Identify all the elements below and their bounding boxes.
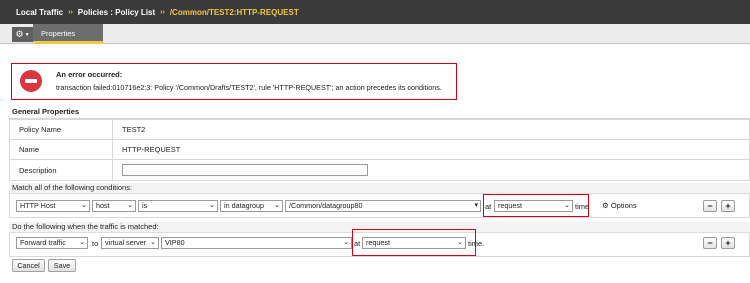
- chevron-down-icon: ⌄: [127, 202, 133, 209]
- remove-condition-button[interactable]: −: [703, 200, 717, 212]
- error-icon: [20, 70, 42, 92]
- options-label: Options: [610, 201, 637, 210]
- error-message-box: An error occurred: transaction failed:01…: [11, 63, 457, 100]
- condition-operator-select[interactable]: is ⌄: [138, 200, 218, 212]
- condition-operand-select[interactable]: HTTP Host ⌄: [16, 200, 90, 212]
- remove-action-button[interactable]: −: [703, 237, 717, 249]
- action-event-select[interactable]: request ⌄: [362, 237, 466, 249]
- table-row: Name HTTP-REQUEST: [9, 139, 750, 160]
- general-properties-table: Policy Name TEST2 Name HTTP-REQUEST Desc…: [9, 119, 750, 181]
- tab-properties[interactable]: Properties: [33, 24, 103, 44]
- add-condition-button[interactable]: +: [721, 200, 735, 212]
- condition-event-value: request: [498, 201, 522, 210]
- cancel-button[interactable]: Cancel: [12, 259, 45, 272]
- breadcrumb-separator: ››: [160, 8, 165, 16]
- breadcrumb-current: /Common/TEST2:HTTP-REQUEST: [169, 7, 299, 17]
- chevron-down-icon: ⌄: [81, 202, 87, 209]
- action-target-type-select[interactable]: virtual server ⌄: [101, 237, 159, 249]
- action-row: Forward traffic ⌄ to virtual server ⌄ VIP8…: [9, 229, 750, 257]
- chevron-down-icon: ⌄: [209, 202, 215, 209]
- chevron-down-icon: ⌄: [343, 239, 349, 246]
- chevron-down-icon: ⌄: [274, 202, 280, 209]
- caret-down-icon: ▼: [24, 31, 30, 38]
- condition-time-label: time: [575, 202, 590, 211]
- condition-selector-select[interactable]: host ⌄: [92, 200, 136, 212]
- gear-icon: ⚙: [15, 29, 24, 39]
- error-message: transaction failed:010716e2:3: Policy '/…: [56, 83, 442, 92]
- condition-datagroup-select[interactable]: /Common/datagroup80 ▾: [285, 200, 481, 212]
- condition-operand-value: HTTP Host: [20, 201, 56, 210]
- chevron-down-icon: ▾: [474, 202, 478, 209]
- general-properties-header: General Properties: [9, 107, 750, 119]
- description-label: Description: [9, 159, 113, 181]
- gear-icon: ⚙: [602, 201, 609, 210]
- condition-selector-value: host: [96, 201, 110, 210]
- name-label: Name: [9, 139, 113, 160]
- chevron-down-icon: ⌄: [564, 202, 570, 209]
- condition-operator-value: is: [142, 201, 148, 210]
- condition-event-select[interactable]: request ⌄: [494, 200, 573, 212]
- table-row: Policy Name TEST2: [9, 119, 750, 140]
- tab-bar: ⚙ ▼ Properties: [0, 24, 750, 44]
- condition-match-type-select[interactable]: in datagroup ⌄: [220, 200, 283, 212]
- action-time-label: time.: [468, 239, 485, 248]
- chevron-down-icon: ⌄: [150, 239, 156, 246]
- table-row: Description: [9, 159, 750, 181]
- breadcrumb: Local Traffic ›› Policies : Policy List …: [0, 0, 750, 24]
- chevron-down-icon: ⌄: [79, 239, 85, 246]
- save-button[interactable]: Save: [48, 259, 76, 272]
- conditions-header: Match all of the following conditions:: [9, 183, 750, 194]
- breadcrumb-policy-list[interactable]: Policies : Policy List: [78, 8, 155, 17]
- action-target-type-value: virtual server: [105, 238, 147, 247]
- breadcrumb-separator: ››: [68, 8, 73, 16]
- action-type-value: Forward traffic: [20, 238, 66, 247]
- action-type-select[interactable]: Forward traffic ⌄: [16, 237, 88, 249]
- name-value: HTTP-REQUEST: [112, 139, 750, 160]
- description-input[interactable]: [122, 164, 368, 176]
- breadcrumb-local-traffic[interactable]: Local Traffic: [16, 8, 63, 17]
- condition-datagroup-value: /Common/datagroup80: [289, 201, 363, 210]
- action-target-select[interactable]: VIP80 ⌄: [161, 237, 352, 249]
- action-target-value: VIP80: [165, 238, 185, 247]
- action-event-value: request: [366, 238, 390, 247]
- policy-name-label: Policy Name: [9, 119, 113, 140]
- options-link[interactable]: ⚙ Options: [602, 201, 637, 210]
- add-action-button[interactable]: +: [721, 237, 735, 249]
- gear-menu-button[interactable]: ⚙ ▼: [12, 27, 33, 42]
- chevron-down-icon: ⌄: [457, 239, 463, 246]
- policy-name-value: TEST2: [112, 119, 750, 140]
- condition-row: HTTP Host ⌄ host ⌄ is ⌄ in datagroup ⌄ /Comm…: [9, 194, 750, 218]
- action-to-label: to: [92, 239, 99, 248]
- condition-match-type-value: in datagroup: [224, 201, 264, 210]
- error-title: An error occurred:: [56, 70, 123, 79]
